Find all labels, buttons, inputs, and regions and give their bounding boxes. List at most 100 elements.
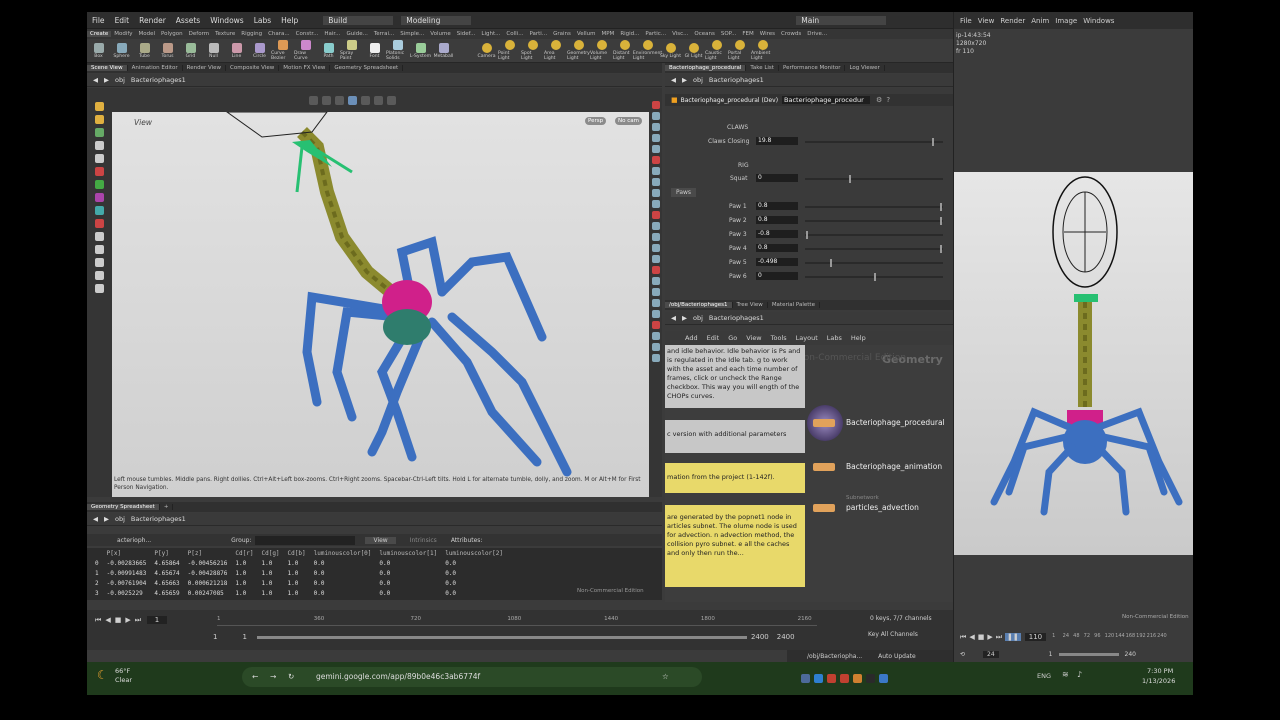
shelf-tab[interactable]: Simple... xyxy=(397,31,427,37)
fb-fps-field[interactable]: 24 xyxy=(983,650,999,658)
scene-viewport[interactable]: View Persp No cam Left mouse tumbles. Mi… xyxy=(112,112,649,497)
shelf-tool[interactable]: Sphere xyxy=(110,42,133,59)
auto-update-dropdown[interactable]: Auto Update xyxy=(878,653,916,660)
display-option-icon[interactable] xyxy=(651,244,660,252)
add-tab-icon[interactable]: + xyxy=(160,504,174,510)
app-icon-2[interactable] xyxy=(814,673,823,683)
weather-temp[interactable]: 66°F xyxy=(115,667,130,675)
browser-back-icon[interactable]: ← xyxy=(252,667,258,687)
paw-field[interactable]: -0.8 xyxy=(756,230,798,238)
net-path-node[interactable]: Bacteriophages1 xyxy=(709,314,764,322)
key-all-button[interactable]: Key All Channels xyxy=(868,631,918,638)
network-menu-item[interactable]: Add xyxy=(685,334,698,342)
display-option-icon[interactable] xyxy=(651,178,660,186)
browser-forward-icon[interactable]: → xyxy=(270,667,276,687)
display-option-icon[interactable] xyxy=(651,145,660,153)
shelf-tab[interactable]: Constr... xyxy=(293,31,322,37)
table-row[interactable]: 2 -0.00761904 4.65663 0.000621218 1.0 1.0 1.0 0… xyxy=(91,578,507,588)
paw-field[interactable]: 0.8 xyxy=(756,202,798,210)
group-field[interactable] xyxy=(255,535,356,545)
tool-icon[interactable] xyxy=(95,284,104,293)
tool-icon[interactable] xyxy=(95,206,104,215)
flipbook-menu-item[interactable]: View xyxy=(978,17,995,25)
shelf-tab[interactable]: Partic... xyxy=(642,31,669,37)
desktop-dropdown[interactable]: Modeling xyxy=(401,15,472,25)
shelf-tool[interactable]: Curve Bezier xyxy=(271,40,294,61)
tool-icon[interactable] xyxy=(95,271,104,280)
menu-render[interactable]: Render xyxy=(134,16,171,25)
tab-performance[interactable]: Performance Monitor xyxy=(779,65,846,71)
shelf-tab[interactable]: Oceans xyxy=(691,31,717,37)
display-option-icon[interactable] xyxy=(651,277,660,285)
network-menu-item[interactable]: Layout xyxy=(796,334,818,342)
tab-take-list[interactable]: Take List xyxy=(746,65,779,71)
shelf-tab[interactable]: Light... xyxy=(478,31,503,37)
node-animation[interactable] xyxy=(813,463,835,471)
param-path-obj[interactable]: obj xyxy=(693,76,703,84)
column-header[interactable]: P[z] xyxy=(184,548,232,558)
shelf-tool[interactable]: L-System xyxy=(409,42,432,59)
param-path-node[interactable]: Bacteriophages1 xyxy=(709,76,764,84)
sticky-note-2[interactable]: c version with additional parameters xyxy=(665,420,805,453)
shelf-tool[interactable]: Area Light xyxy=(544,40,567,61)
tool-icon[interactable] xyxy=(95,219,104,228)
shelf-tab[interactable]: Colli... xyxy=(503,31,526,37)
shelf-tool[interactable]: Caustic Light xyxy=(705,40,728,61)
view-dropdown[interactable]: View xyxy=(365,536,396,544)
wifi-icon[interactable]: ≋ xyxy=(1062,670,1069,679)
reload-icon[interactable]: ↻ xyxy=(288,667,294,687)
clock-time[interactable]: 7:30 PM xyxy=(1147,667,1173,675)
display-option-icon[interactable] xyxy=(651,299,660,307)
tool-icon[interactable] xyxy=(95,193,104,202)
network-editor[interactable]: Geometry Non-Commercial Edition and idle… xyxy=(665,345,953,602)
table-row[interactable]: 3 -0.0025229 4.65659 0.00247085 1.0 1.0 1.0 0.0… xyxy=(91,588,507,598)
shelf-tab[interactable]: Rigid... xyxy=(617,31,642,37)
paw-slider[interactable] xyxy=(805,259,943,267)
shelf-tab[interactable]: Deform xyxy=(186,31,212,37)
shelf-tool[interactable]: Volume Light xyxy=(590,40,613,61)
paw-slider-handle[interactable] xyxy=(829,259,832,267)
paw-slider-handle[interactable] xyxy=(940,203,943,211)
shelf-tool[interactable]: Line xyxy=(225,42,248,59)
shelf-tool[interactable]: Platonic Solids xyxy=(386,40,409,61)
param-back-icon[interactable]: ◀ xyxy=(671,76,676,84)
paw-slider-handle[interactable] xyxy=(940,217,943,225)
net-forward-icon[interactable]: ▶ xyxy=(682,314,687,322)
back-icon[interactable]: ◀ xyxy=(93,76,98,84)
fb-pause-icon[interactable]: ❚❚ xyxy=(1005,633,1021,641)
flipbook-menu-item[interactable]: File xyxy=(960,17,972,25)
tool-icon[interactable] xyxy=(95,245,104,254)
main-dropdown[interactable]: Main xyxy=(796,15,887,25)
tab-render-view[interactable]: Render View xyxy=(183,65,227,71)
display-option-icon[interactable] xyxy=(651,255,660,263)
sticky-note-4[interactable]: are generated by the popnet1 node in art… xyxy=(665,505,805,587)
shelf-tab[interactable]: Wires xyxy=(757,31,778,37)
tool-icon[interactable] xyxy=(95,128,104,137)
column-header[interactable]: luminouscolor[2] xyxy=(441,548,507,558)
shelf-tab[interactable]: Polygon xyxy=(158,31,186,37)
shelf-tool[interactable]: Draw Curve xyxy=(294,40,317,61)
tab-network[interactable]: /obj/Bacteriophages1 xyxy=(665,302,733,308)
display-option-icon[interactable] xyxy=(651,354,660,362)
shelf-tab[interactable]: Drive... xyxy=(804,31,830,37)
network-menu-item[interactable]: Labs xyxy=(827,334,842,342)
paw-slider[interactable] xyxy=(805,231,943,239)
fb-range-slider[interactable] xyxy=(1058,652,1119,656)
paw-slider[interactable] xyxy=(805,217,943,225)
display-option-icon[interactable] xyxy=(651,189,660,197)
shelf-tab[interactable]: Hair... xyxy=(321,31,343,37)
shelf-tab[interactable]: Volume xyxy=(427,31,453,37)
shelf-tab[interactable]: Visc... xyxy=(669,31,691,37)
network-menu-item[interactable]: Tools xyxy=(771,334,787,342)
flipbook-menu-item[interactable]: Image xyxy=(1055,17,1077,25)
shelf-tool[interactable]: Ambient Light xyxy=(751,40,774,61)
shelf-tab[interactable]: Sidef... xyxy=(454,31,479,37)
sheet-path-node[interactable]: Bacteriophages1 xyxy=(131,515,186,523)
shelf-tab[interactable]: Guide... xyxy=(343,31,370,37)
display-option-icon[interactable] xyxy=(651,233,660,241)
sheet-path-obj[interactable]: obj xyxy=(115,515,125,523)
tab-animation-editor[interactable]: Animation Editor xyxy=(128,65,183,71)
language-indicator[interactable]: ENG xyxy=(1037,672,1051,680)
tool-icon[interactable] xyxy=(95,141,104,150)
shelf-tab[interactable]: Grains xyxy=(550,31,574,37)
